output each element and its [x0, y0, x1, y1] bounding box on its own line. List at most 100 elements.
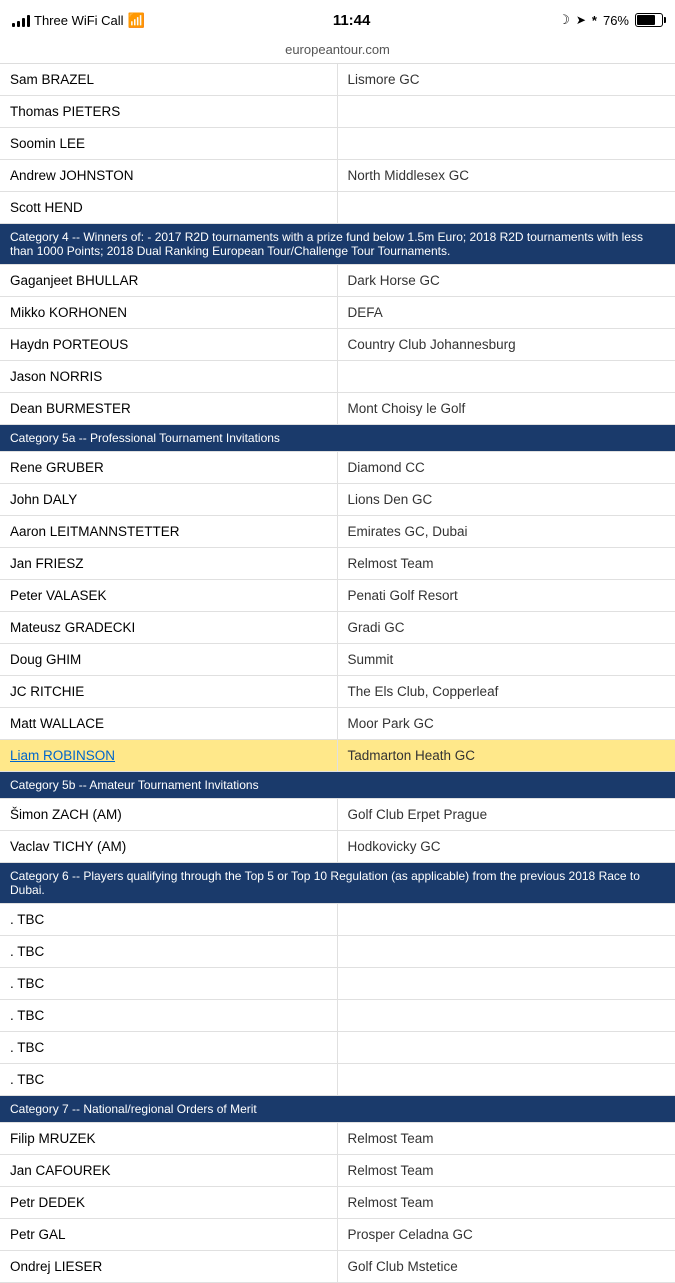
- category-header: Category 7 -- National/regional Orders o…: [0, 1096, 675, 1123]
- table-row: Mikko KORHONENDEFA: [0, 297, 675, 329]
- player-name: Jason NORRIS: [0, 361, 338, 392]
- club-name: Golf Club Mstetice: [338, 1251, 675, 1282]
- player-name: . TBC: [0, 1032, 338, 1063]
- player-name: Matt WALLACE: [0, 708, 338, 739]
- table-row: Sam BRAZELLismore GC: [0, 64, 675, 96]
- table-row: Gaganjeet BHULLARDark Horse GC: [0, 265, 675, 297]
- club-name: Relmost Team: [338, 548, 675, 579]
- category-header: Category 5a -- Professional Tournament I…: [0, 425, 675, 452]
- time-display: 11:44: [333, 12, 371, 29]
- club-name: Country Club Johannesburg: [338, 329, 675, 360]
- category-header: Category 6 -- Players qualifying through…: [0, 863, 675, 904]
- player-name: . TBC: [0, 904, 338, 935]
- club-name: Relmost Team: [338, 1123, 675, 1154]
- club-name: [338, 1064, 675, 1095]
- table-row: . TBC: [0, 1032, 675, 1064]
- club-name: [338, 361, 675, 392]
- table-row: Liam ROBINSONTadmarton Heath GC: [0, 740, 675, 772]
- club-name: North Middlesex GC: [338, 160, 675, 191]
- table-row: Mateusz GRADECKIGradi GC: [0, 612, 675, 644]
- club-name: [338, 936, 675, 967]
- club-name: Diamond CC: [338, 452, 675, 483]
- club-name: [338, 904, 675, 935]
- player-name: Jan FRIESZ: [0, 548, 338, 579]
- table-row: John DALYLions Den GC: [0, 484, 675, 516]
- club-name: Mont Choisy le Golf: [338, 393, 675, 424]
- table-row: Jason NORRIS: [0, 361, 675, 393]
- player-name: Gaganjeet BHULLAR: [0, 265, 338, 296]
- club-name: DEFA: [338, 297, 675, 328]
- club-name: Dark Horse GC: [338, 265, 675, 296]
- table-row: Jan CAFOUREKRelmost Team: [0, 1155, 675, 1187]
- wifi-icon: 📶: [128, 12, 145, 29]
- club-name: [338, 192, 675, 223]
- player-name: . TBC: [0, 1000, 338, 1031]
- player-name: Rene GRUBER: [0, 452, 338, 483]
- club-name: [338, 128, 675, 159]
- table-row: Dean BURMESTERMont Choisy le Golf: [0, 393, 675, 425]
- club-name: Penati Golf Resort: [338, 580, 675, 611]
- table-row: . TBC: [0, 1064, 675, 1096]
- player-name: Šimon ZACH (AM): [0, 799, 338, 830]
- signal-icon: [12, 13, 30, 27]
- table-row: Vaclav TICHY (AM)Hodkovicky GC: [0, 831, 675, 863]
- player-name: Mikko KORHONEN: [0, 297, 338, 328]
- player-name: Petr DEDEK: [0, 1187, 338, 1218]
- table-row: Haydn PORTEOUSCountry Club Johannesburg: [0, 329, 675, 361]
- table-row: JC RITCHIEThe Els Club, Copperleaf: [0, 676, 675, 708]
- table-row: . TBC: [0, 936, 675, 968]
- table-row: . TBC: [0, 1000, 675, 1032]
- battery-icon: [635, 13, 663, 27]
- club-name: Relmost Team: [338, 1187, 675, 1218]
- status-right: ☽ ➤ * 76%: [558, 12, 663, 28]
- club-name: Lions Den GC: [338, 484, 675, 515]
- player-name: Jan CAFOUREK: [0, 1155, 338, 1186]
- table-row: Petr DEDEKRelmost Team: [0, 1187, 675, 1219]
- table-row: . TBC: [0, 968, 675, 1000]
- player-name: Vaclav TICHY (AM): [0, 831, 338, 862]
- category-header: Category 4 -- Winners of: - 2017 R2D tou…: [0, 224, 675, 265]
- player-name: . TBC: [0, 936, 338, 967]
- player-name: John DALY: [0, 484, 338, 515]
- moon-icon: ☽: [558, 12, 570, 28]
- player-name: . TBC: [0, 968, 338, 999]
- table-row: Andrew JOHNSTONNorth Middlesex GC: [0, 160, 675, 192]
- table-row: Peter VALASEKPenati Golf Resort: [0, 580, 675, 612]
- category-header: Category 5b -- Amateur Tournament Invita…: [0, 772, 675, 799]
- player-name: Haydn PORTEOUS: [0, 329, 338, 360]
- table-row: Doug GHIMSummit: [0, 644, 675, 676]
- club-name: [338, 968, 675, 999]
- player-name: Ondrej LIESER: [0, 1251, 338, 1282]
- club-name: The Els Club, Copperleaf: [338, 676, 675, 707]
- player-name: Scott HEND: [0, 192, 338, 223]
- club-name: Golf Club Erpet Prague: [338, 799, 675, 830]
- club-name: Emirates GC, Dubai: [338, 516, 675, 547]
- club-name: Lismore GC: [338, 64, 675, 95]
- url-text: europeantour.com: [285, 42, 390, 57]
- club-name: [338, 96, 675, 127]
- table-row: Soomin LEE: [0, 128, 675, 160]
- club-name: [338, 1032, 675, 1063]
- table-row: Ondrej LIESERGolf Club Mstetice: [0, 1251, 675, 1283]
- player-name: Andrew JOHNSTON: [0, 160, 338, 191]
- table-row: Scott HEND: [0, 192, 675, 224]
- url-bar[interactable]: europeantour.com: [0, 38, 675, 64]
- player-name: Dean BURMESTER: [0, 393, 338, 424]
- player-name: Petr GAL: [0, 1219, 338, 1250]
- club-name: Relmost Team: [338, 1155, 675, 1186]
- player-name: Aaron LEITMANNSTETTER: [0, 516, 338, 547]
- player-name: Mateusz GRADECKI: [0, 612, 338, 643]
- player-name[interactable]: Liam ROBINSON: [0, 740, 338, 771]
- player-name: Sam BRAZEL: [0, 64, 338, 95]
- player-name: Peter VALASEK: [0, 580, 338, 611]
- player-name: Soomin LEE: [0, 128, 338, 159]
- table-row: Rene GRUBERDiamond CC: [0, 452, 675, 484]
- club-name: Hodkovicky GC: [338, 831, 675, 862]
- club-name: Tadmarton Heath GC: [338, 740, 675, 771]
- table-row: Filip MRUZEKRelmost Team: [0, 1123, 675, 1155]
- player-name: Filip MRUZEK: [0, 1123, 338, 1154]
- player-name: Doug GHIM: [0, 644, 338, 675]
- club-name: Prosper Celadna GC: [338, 1219, 675, 1250]
- status-bar: Three WiFi Call 📶 11:44 ☽ ➤ * 76%: [0, 0, 675, 38]
- table-row: . TBC: [0, 904, 675, 936]
